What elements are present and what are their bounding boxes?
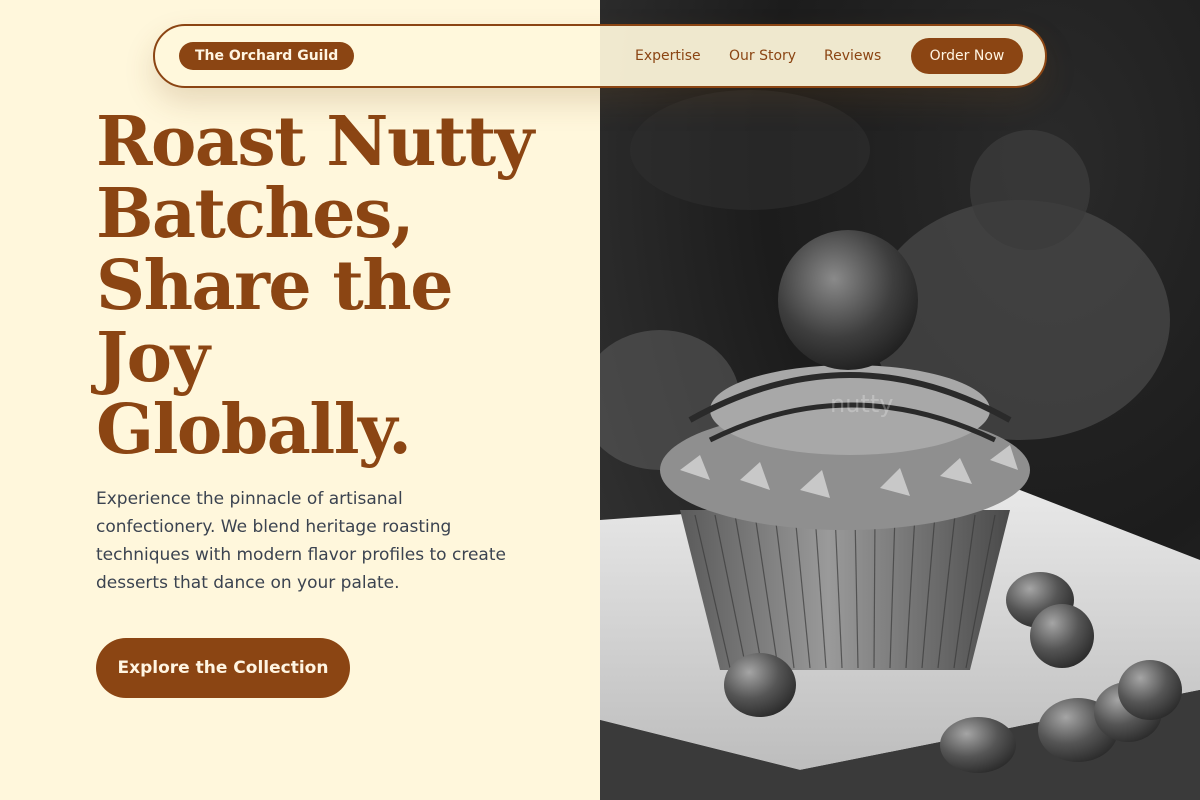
hero-description: Experience the pinnacle of artisanal con… [96, 489, 506, 593]
brand-logo[interactable]: The Orchard Guild [179, 42, 355, 70]
hero-image: nutty [600, 0, 1200, 800]
image-caption: nutty [830, 390, 893, 418]
hero-headline: Roast Nutty Batches, Share the Joy Globa… [96, 106, 556, 466]
hero-left-panel: Roast Nutty Batches, Share the Joy Globa… [0, 0, 600, 800]
top-navigation: The Orchard Guild Expertise Our Story Re… [153, 24, 1047, 88]
order-now-button[interactable]: Order Now [911, 38, 1023, 74]
nav-link-reviews[interactable]: Reviews [824, 46, 881, 66]
headline-line-2: Batches, [96, 174, 415, 254]
cupcake-photo: nutty [600, 90, 1200, 800]
nav-link-our-story[interactable]: Our Story [729, 46, 796, 66]
headline-line-4: Joy [96, 318, 210, 398]
nav-link-expertise[interactable]: Expertise [635, 46, 701, 66]
headline-line-5: Globally. [96, 390, 412, 470]
explore-collection-button[interactable]: Explore the Collection [96, 638, 350, 698]
headline-line-3: Share the [96, 246, 453, 326]
headline-line-1: Roast Nutty [96, 102, 534, 182]
